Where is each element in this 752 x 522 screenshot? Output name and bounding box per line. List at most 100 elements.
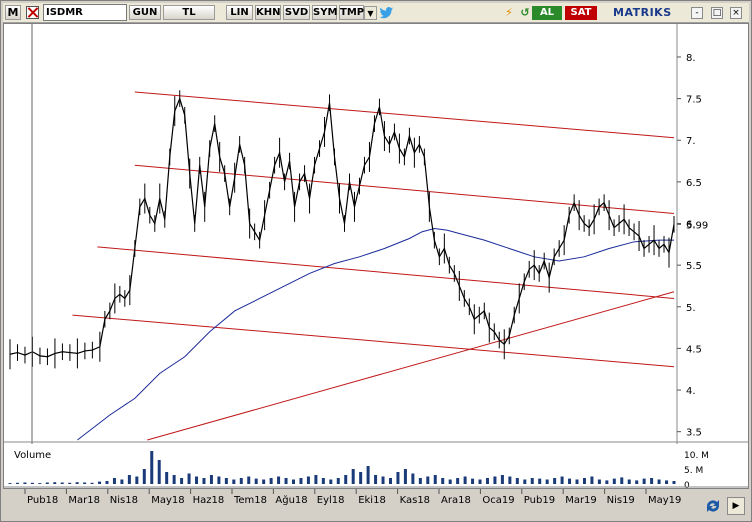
y-tick-label: 8. xyxy=(686,53,696,64)
refresh-icon[interactable] xyxy=(703,497,723,515)
volume-bar xyxy=(575,479,579,484)
trend-line-3 xyxy=(72,314,675,368)
scroll-right-button[interactable]: ▶ xyxy=(727,497,745,515)
scale-button[interactable]: LIN xyxy=(226,5,253,20)
x-tick-label: Tem18 xyxy=(233,495,267,506)
y-tick-label: 5.99 xyxy=(686,220,708,231)
symbol-input[interactable]: ISDMR xyxy=(43,4,127,21)
volume-bar xyxy=(612,478,616,484)
minimize-button[interactable]: - xyxy=(691,7,703,19)
symbol-button[interactable]: SYM xyxy=(312,5,337,20)
currency-button[interactable]: TL xyxy=(163,5,215,20)
volume-bar xyxy=(187,473,191,484)
y-tick-label: 5. xyxy=(686,303,696,314)
close-symbol-icon[interactable] xyxy=(26,6,39,19)
close-button[interactable]: × xyxy=(730,7,742,19)
volume-tick-label: 10. M xyxy=(684,451,709,461)
volume-bar xyxy=(493,476,497,484)
volume-bar xyxy=(209,475,213,484)
volume-bar xyxy=(515,478,519,484)
template-button[interactable]: TMP xyxy=(339,5,364,20)
volume-bar xyxy=(605,480,609,484)
y-tick-label: 7. xyxy=(686,136,696,147)
x-tick-label: May18 xyxy=(151,495,184,506)
candle-button[interactable]: KHN xyxy=(255,5,281,20)
volume-bar xyxy=(344,475,348,484)
volume-bar xyxy=(485,478,489,484)
menu-button[interactable]: M xyxy=(5,5,21,20)
volume-bar xyxy=(195,476,199,484)
volume-bar xyxy=(269,478,273,484)
twitter-icon[interactable] xyxy=(378,5,394,21)
volume-bar xyxy=(433,475,437,484)
x-tick-label: Ara18 xyxy=(441,495,471,506)
volume-bar xyxy=(471,478,475,484)
volume-bar xyxy=(650,478,654,484)
trend-line-1 xyxy=(134,164,675,215)
volume-bar xyxy=(597,479,601,484)
y-tick-label: 7.5 xyxy=(686,95,702,106)
volume-bar xyxy=(620,477,624,484)
volume-bar xyxy=(478,479,482,484)
volume-bar xyxy=(75,482,79,484)
x-tick-label: Eyl18 xyxy=(317,495,345,506)
volume-bar xyxy=(500,475,504,484)
volume-bar xyxy=(582,478,586,484)
volume-bar xyxy=(553,478,557,484)
link-icon[interactable]: ↺ xyxy=(518,6,532,20)
x-tick-label: May19 xyxy=(648,495,681,506)
volume-bar xyxy=(53,482,57,484)
volume-bar xyxy=(202,478,206,484)
volume-bar xyxy=(590,476,594,484)
volume-bar xyxy=(262,479,266,484)
volume-bar xyxy=(374,475,378,484)
period-button[interactable]: GUN xyxy=(129,5,161,20)
volume-bar xyxy=(388,478,392,484)
volume-bar xyxy=(284,478,288,484)
volume-bar xyxy=(672,481,676,484)
volume-bar xyxy=(68,482,72,484)
volume-bar xyxy=(180,478,184,484)
volume-bar xyxy=(30,482,34,484)
volume-label: Volume xyxy=(14,450,51,461)
price-chart[interactable]: 8.7.57.6.56.5.995.55.4.54.3.5 Volume 10.… xyxy=(4,24,748,491)
toolbar: M ISDMR GUN TL LIN KHN SVD SYM TMP ▼ ⚡ ↺… xyxy=(3,3,749,23)
volume-bar xyxy=(657,479,661,484)
x-axis: Pub18 Mar18 Nis18 May18 Haz18 Tem18 Ağu18 Eyl18… xyxy=(24,489,681,506)
brand-logo: MATRIKS xyxy=(613,6,672,19)
volume-bar xyxy=(359,472,363,484)
volume-bar xyxy=(127,475,131,484)
volume-bar xyxy=(665,480,669,484)
chart-area[interactable]: 8. 7.5 7. 6.5 6. 5.99 5.5 5. 4.5 4. 3.5 Volume 10.… xyxy=(3,23,749,491)
maximize-button[interactable]: □ xyxy=(711,7,723,19)
volume-bar xyxy=(157,460,161,484)
x-tick-label: Kas18 xyxy=(400,495,430,506)
x-tick-label: Mar19 xyxy=(565,495,597,506)
sell-button[interactable]: SAT xyxy=(565,6,597,20)
volume-bar xyxy=(142,469,146,484)
volume-bar xyxy=(366,466,370,484)
volume-bar xyxy=(247,476,251,484)
x-tick-label: Nis19 xyxy=(607,495,635,506)
volume-bar xyxy=(98,481,102,484)
volume-bar xyxy=(90,482,94,484)
volume-bar xyxy=(463,476,467,484)
y-tick-label: 4. xyxy=(686,386,696,397)
volume-bar xyxy=(38,483,42,484)
volume-bar xyxy=(306,476,310,484)
volume-bar xyxy=(396,472,400,484)
template-dropdown[interactable]: ▼ xyxy=(364,6,377,20)
volume-bar xyxy=(560,476,564,484)
volume-tick-label: 5. M xyxy=(684,466,703,476)
volume-button[interactable]: SVD xyxy=(283,5,310,20)
trend-line-2 xyxy=(97,246,675,299)
volume-bar xyxy=(299,478,303,484)
lightning-icon[interactable]: ⚡ xyxy=(502,6,516,20)
x-tick-label: Pub18 xyxy=(27,495,58,506)
volume-bar xyxy=(642,478,646,484)
volume-bar xyxy=(351,469,355,484)
volume-bar xyxy=(239,478,243,484)
volume-bar xyxy=(165,472,169,484)
volume-bar xyxy=(314,475,318,484)
buy-button[interactable]: AL xyxy=(532,6,562,20)
